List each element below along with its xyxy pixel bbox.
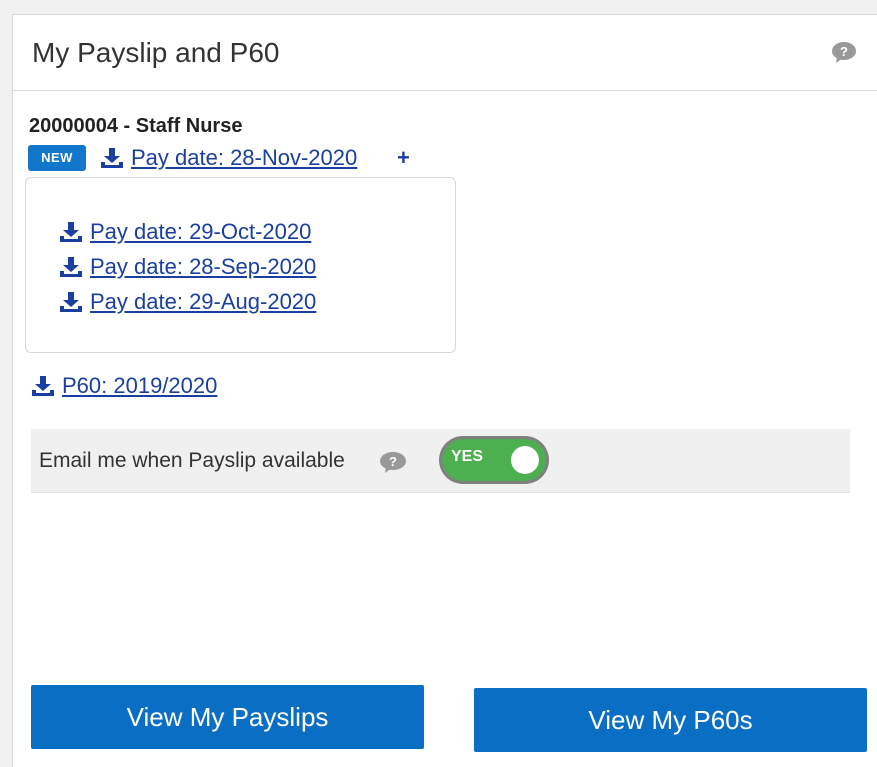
employee-title: 20000004 - Staff Nurse <box>29 115 243 137</box>
history-payslip-link[interactable]: Pay date: 29-Oct-2020 <box>60 219 311 245</box>
history-payslip-link[interactable]: Pay date: 28-Sep-2020 <box>60 254 316 280</box>
svg-text:?: ? <box>389 454 397 469</box>
view-p60s-button[interactable]: View My P60s <box>474 688 867 752</box>
history-payslip-label: Pay date: 29-Aug-2020 <box>90 289 317 314</box>
toggle-state-label: YES <box>451 448 484 465</box>
latest-payslip-label: Pay date: 28-Nov-2020 <box>131 145 358 170</box>
expand-history-button[interactable]: + <box>397 145 410 171</box>
download-icon <box>32 376 54 396</box>
panel-header: My Payslip and P60 ? <box>13 15 877 91</box>
toggle-track: YES <box>442 439 546 481</box>
download-icon <box>60 257 82 277</box>
help-icon[interactable]: ? <box>379 451 407 473</box>
toggle-knob <box>511 446 539 474</box>
view-payslips-button[interactable]: View My Payslips <box>31 685 424 749</box>
panel-title: My Payslip and P60 <box>32 37 280 68</box>
p60-label: P60: 2019/2020 <box>62 373 218 398</box>
latest-payslip-link[interactable]: Pay date: 28-Nov-2020 <box>101 145 357 171</box>
new-badge: NEW <box>28 145 86 171</box>
p60-link[interactable]: P60: 2019/2020 <box>32 373 217 399</box>
history-payslip-label: Pay date: 29-Oct-2020 <box>90 219 312 244</box>
history-payslip-link[interactable]: Pay date: 29-Aug-2020 <box>60 289 316 315</box>
history-payslip-label: Pay date: 28-Sep-2020 <box>90 254 317 279</box>
download-icon <box>60 292 82 312</box>
email-notification-label: Email me when Payslip available <box>39 449 345 472</box>
svg-text:?: ? <box>840 44 848 59</box>
payslip-panel: My Payslip and P60 ? 20000004 - Staff Nu… <box>12 14 877 767</box>
download-icon <box>60 222 82 242</box>
email-notification-toggle[interactable]: YES <box>439 436 549 484</box>
help-icon[interactable]: ? <box>831 41 857 63</box>
download-icon <box>101 148 123 168</box>
email-notification-row: Email me when Payslip available ? YES <box>31 429 850 493</box>
